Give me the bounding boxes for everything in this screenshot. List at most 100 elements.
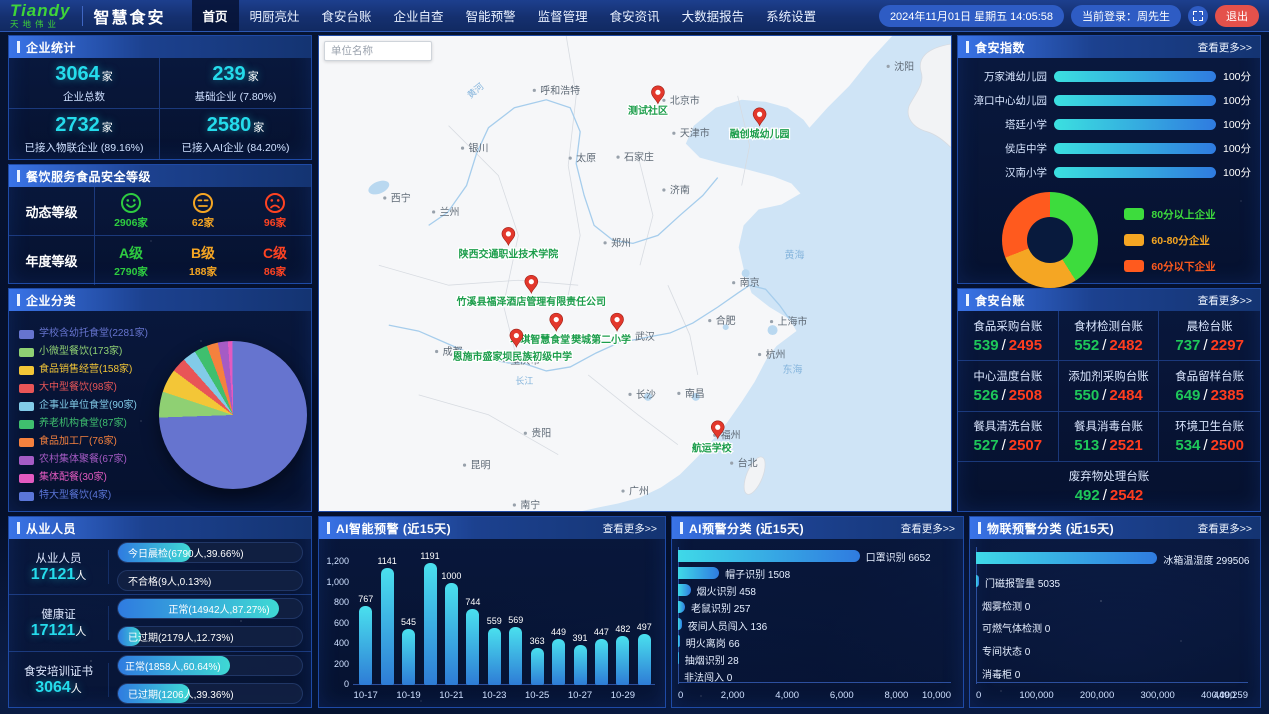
x-axis-tick: 200,000: [1080, 690, 1114, 701]
y-axis-tick: 200: [319, 659, 349, 669]
stat-cell-3: 2580家 已接入AI企业 (84.20%): [160, 109, 311, 159]
hbar-5: [678, 635, 680, 647]
view-more-link[interactable]: 查看更多>>: [1198, 521, 1252, 536]
header-right: 2024年11月01日 星期五 14:05:58 当前登录：周先生 退出: [879, 5, 1259, 27]
panel-title: AI智能预警 (近15天): [327, 520, 451, 537]
pin-hole: [529, 279, 534, 284]
legend-label: 小微型餐饮(173家): [39, 345, 122, 359]
city-dot: [628, 393, 631, 396]
pin-hole: [514, 333, 519, 338]
view-more-link[interactable]: 查看更多>>: [1198, 293, 1252, 308]
progress-label: 已过期(1206人,39.36%): [128, 684, 234, 703]
legend-label: 养老机构食堂(87家): [39, 417, 127, 431]
nav-item-0[interactable]: 首页: [192, 0, 239, 31]
view-more-link[interactable]: 查看更多>>: [603, 521, 657, 536]
legend-swatch: [1124, 208, 1144, 220]
x-axis-label: 10-23: [476, 690, 512, 701]
y-axis-tick: 400: [319, 638, 349, 648]
legend-label: 食品加工厂(76家): [39, 435, 117, 449]
hbar-0: [678, 550, 860, 562]
score-value: 100分: [1216, 93, 1252, 108]
score-value: 100分: [1216, 117, 1252, 132]
marker-label: 樊城第二小学: [571, 333, 631, 346]
city-dot: [603, 241, 606, 244]
personnel-label: 食安培训证书3064人: [9, 663, 109, 697]
city-dot: [662, 188, 665, 191]
logout-button[interactable]: 退出: [1215, 5, 1259, 27]
panel-header: AI预警分类 (近15天) 查看更多>>: [672, 517, 963, 539]
category-legend-item-7: 农村集体聚餐(67家): [19, 453, 159, 467]
stat-cell-2: 2732家 已接入物联企业 (89.16%): [9, 109, 160, 159]
nav-item-6[interactable]: 食安资讯: [599, 0, 671, 31]
index-ranking-list: 万家滩幼儿园 100分漳口中心幼儿园 100分塔廷小学 100分侯店中学 100…: [958, 58, 1260, 184]
grade-item-1-1: B级188家: [167, 236, 239, 285]
legend-swatch: [19, 456, 34, 465]
marker-label: 恩施市盛家坝民族初级中学: [453, 350, 572, 363]
personnel-bars: 正常(1858人,60.64%)已过期(1206人,39.36%): [109, 655, 311, 704]
panel-title: 食安指数: [966, 39, 1025, 56]
bar-value-label: 1191: [414, 551, 446, 561]
nav-item-1[interactable]: 明厨亮灶: [239, 0, 311, 31]
city-label-石家庄: 石家庄: [624, 151, 654, 164]
city-dot: [463, 464, 466, 467]
china-map-panel: 黄海东海黄河长江 沈阳呼和浩特北京市天津市银川石家庄太原济南西宁兰州郑州南京合肥…: [318, 35, 952, 512]
nav-item-7[interactable]: 大数据报告: [671, 0, 756, 31]
panel-header: AI智能预警 (近15天) 查看更多>>: [319, 517, 665, 539]
city-label-台北: 台北: [738, 457, 758, 470]
grade-row-0: 动态等级 2906家 62家 96家: [9, 187, 311, 236]
hbar-label-6: 抽烟识别 28: [685, 652, 739, 667]
legend-swatch: [19, 384, 34, 393]
x-axis-tick: 2,000: [721, 690, 745, 701]
bar-10-17: [359, 606, 372, 685]
category-legend-item-4: 企事业单位食堂(90家): [19, 399, 159, 413]
view-more-link[interactable]: 查看更多>>: [901, 521, 955, 536]
progress-fill: 正常(14942人,87.27%): [118, 599, 279, 618]
bar-value-label: 1000: [435, 571, 467, 581]
fullscreen-button[interactable]: [1188, 6, 1208, 26]
sea-label-黄海: 黄海: [785, 248, 805, 261]
city-dot: [513, 503, 516, 506]
x-axis-label: 10-21: [433, 690, 469, 701]
hbar-6: [678, 652, 679, 664]
city-dot: [708, 319, 711, 322]
personnel-bars: 今日晨检(6790人,39.66%)不合格(9人,0.13%): [109, 542, 311, 591]
map-search-input[interactable]: [324, 41, 432, 61]
nav-item-4[interactable]: 智能预警: [455, 0, 527, 31]
nav-item-5[interactable]: 监督管理: [527, 0, 599, 31]
personnel-row-1: 健康证17121人正常(14942人,87.27%)已过期(2179人,12.7…: [9, 595, 311, 651]
donut-legend-item-2: 60分以下企业: [1124, 259, 1215, 274]
view-more-link[interactable]: 查看更多>>: [1198, 40, 1252, 55]
x-axis-tick: 449,259: [1214, 690, 1248, 701]
progress-bar-2-1: 已过期(1206人,39.36%): [117, 683, 303, 704]
current-user-badge: 当前登录：周先生: [1071, 5, 1181, 27]
city-dot: [432, 210, 435, 213]
y-axis-tick: 0: [319, 679, 349, 689]
city-label-呼和浩特: 呼和浩特: [540, 85, 580, 97]
progress-label: 今日晨检(6790人,39.66%): [128, 543, 244, 562]
hbar-label-3: 老鼠识别 257: [691, 600, 750, 615]
marker-label: 航运学校: [692, 442, 732, 455]
hbar-label-5: 消毒柜 0: [982, 666, 1020, 681]
nav-item-8[interactable]: 系统设置: [755, 0, 827, 31]
marker-label: 陕西交通职业技术学院: [459, 247, 559, 260]
brand-logo-text: Tiandy: [10, 2, 70, 19]
x-axis-label: 10-29: [605, 690, 641, 701]
nav-item-3[interactable]: 企业自查: [383, 0, 455, 31]
panel-ai-trend: AI智能预警 (近15天) 查看更多>> 02004006008001,0001…: [318, 516, 666, 708]
hbar-3: [678, 601, 685, 613]
hbar-label-0: 冰箱温湿度 299506: [1163, 552, 1249, 567]
nav-item-2[interactable]: 食安台账: [311, 0, 383, 31]
personnel-bars: 正常(14942人,87.27%)已过期(2179人,12.73%): [109, 598, 311, 647]
ledger-cell-6: 餐具清洗台账 527/2507: [958, 412, 1059, 462]
hbar-label-1: 门磁报警量 5035: [985, 575, 1060, 590]
x-axis-tick: 6,000: [830, 690, 854, 701]
legend-label: 60分以下企业: [1151, 259, 1215, 274]
grade-row-items: 2906家 62家 96家: [95, 187, 311, 235]
y-axis-tick: 800: [319, 597, 349, 607]
city-label-杭州: 杭州: [766, 348, 786, 361]
bar-value-label: 1141: [371, 556, 403, 566]
score-bar: [1054, 95, 1216, 106]
safety-grade-table: 动态等级 2906家 62家 96家年度等级A级2790家B级188家C级86家: [9, 187, 311, 285]
x-axis-tick: 100,000: [1019, 690, 1053, 701]
enterprise-category-pie-chart: [159, 341, 307, 489]
